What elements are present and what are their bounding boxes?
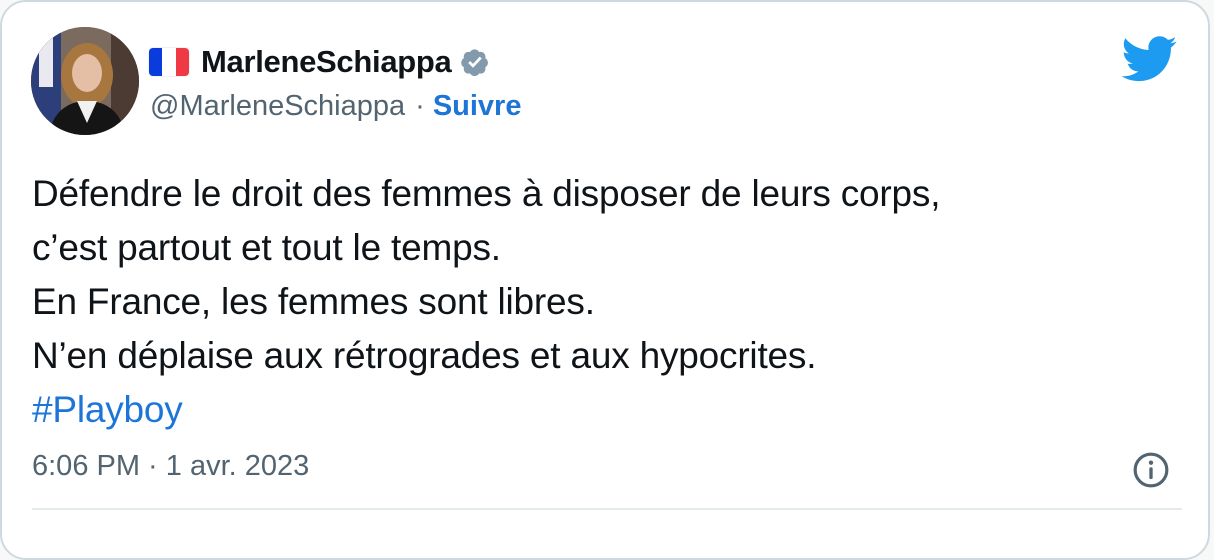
divider xyxy=(32,508,1182,510)
tweet-card: MarleneSchiappa @MarleneSchiappa · Suivr… xyxy=(0,0,1210,560)
france-flag-icon xyxy=(149,48,189,76)
tweet-line: N’en déplaise aux rétrogrades et aux hyp… xyxy=(32,335,817,376)
author-name-row: MarleneSchiappa xyxy=(149,42,493,82)
user-handle[interactable]: @MarleneSchiappa xyxy=(150,90,405,123)
profile-photo xyxy=(31,27,139,135)
tweet-line: Défendre le droit des femmes à disposer … xyxy=(32,173,941,214)
verified-badge-icon xyxy=(461,49,489,77)
tweet-text: Défendre le droit des femmes à disposer … xyxy=(32,167,1182,437)
handle-row: @MarleneSchiappa · Suivre xyxy=(150,86,521,126)
avatar[interactable] xyxy=(31,27,139,135)
hashtag-link[interactable]: #Playboy xyxy=(32,389,183,430)
display-name[interactable]: MarleneSchiappa xyxy=(201,44,452,80)
separator: · xyxy=(415,89,425,122)
tweet-line: En France, les femmes sont libres. xyxy=(32,281,595,322)
follow-link[interactable]: Suivre xyxy=(433,90,522,123)
info-icon[interactable] xyxy=(1131,450,1171,490)
tweet-timestamp[interactable]: 6:06 PM · 1 avr. 2023 xyxy=(32,450,309,483)
tweet-line: c’est partout et tout le temps. xyxy=(32,227,501,268)
twitter-bird-icon[interactable] xyxy=(1122,36,1178,82)
